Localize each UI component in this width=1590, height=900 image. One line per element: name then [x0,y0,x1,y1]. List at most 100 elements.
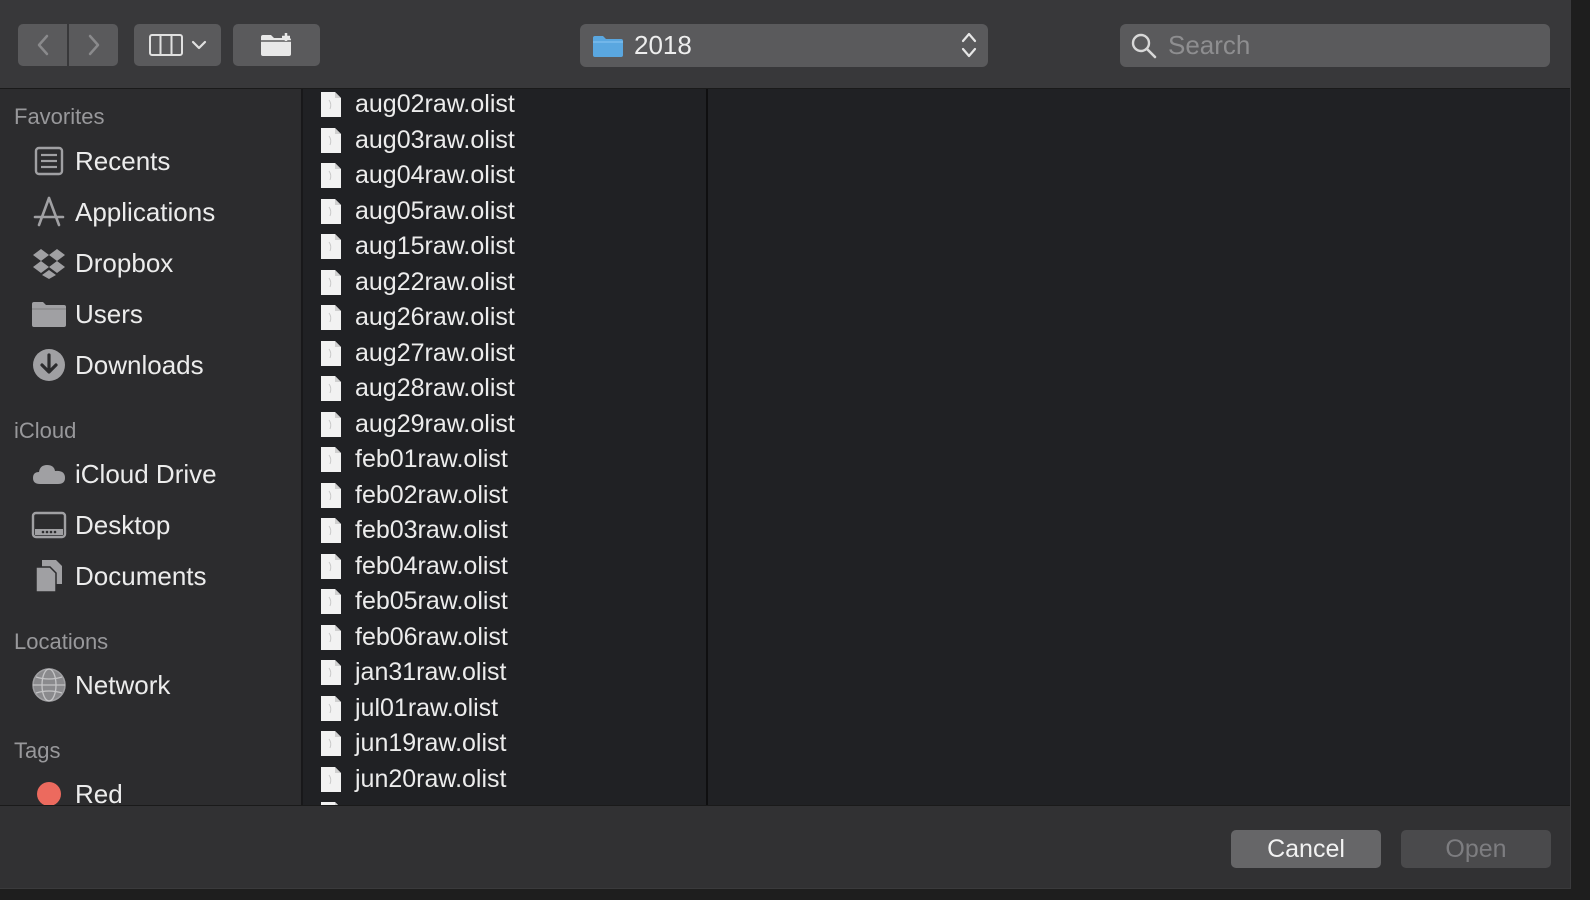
file-name: aug04raw.olist [355,161,515,190]
folder-icon [30,295,68,333]
file-row[interactable]: feb06raw.olist [303,620,706,656]
file-name: jan31raw.olist [355,658,507,687]
file-row[interactable]: aug05raw.olist [303,194,706,230]
file-row[interactable]: jun20raw.olist [303,762,706,798]
document-file-icon [321,589,341,615]
cloud-icon [30,455,68,493]
file-row[interactable] [303,797,706,805]
file-row[interactable]: jan31raw.olist [303,655,706,691]
recents-icon [30,142,68,180]
open-button[interactable]: Open [1401,830,1551,868]
tag-dot-icon [30,775,68,805]
file-row[interactable]: feb01raw.olist [303,442,706,478]
sidebar-item-label: Documents [75,560,207,591]
sidebar-item-label: Applications [75,196,216,227]
file-name: feb01raw.olist [355,445,508,474]
sidebar-item-recents[interactable]: Recents [30,141,290,181]
preview-pane [708,89,1570,805]
sidebar-item-icloud-drive[interactable]: iCloud Drive [30,454,290,494]
file-row[interactable]: aug03raw.olist [303,123,706,159]
cancel-button[interactable]: Cancel [1231,830,1381,868]
view-mode-button[interactable] [134,24,221,66]
sidebar-item-desktop[interactable]: Desktop [30,505,290,545]
sidebar-item-documents[interactable]: Documents [30,556,290,596]
sidebar-item-downloads[interactable]: Downloads [30,345,290,385]
document-file-icon [321,695,341,721]
file-row[interactable]: jun19raw.olist [303,726,706,762]
file-row[interactable]: aug15raw.olist [303,229,706,265]
back-button[interactable] [18,24,67,66]
back-forward-group [18,24,118,66]
document-file-icon [321,411,341,437]
file-list-column: aug02raw.olist aug03raw.olist aug04raw.oli… [303,89,706,805]
document-file-icon [321,766,341,792]
file-name: jun19raw.olist [355,729,507,758]
file-name: jul01raw.olist [355,693,499,722]
path-popup[interactable]: 2018 [580,24,988,67]
file-row[interactable]: aug28raw.olist [303,371,706,407]
chevron-left-icon [37,34,48,56]
section-header-icloud: iCloud [14,418,77,443]
file-name: aug28raw.olist [355,374,515,403]
file-name: aug15raw.olist [355,232,515,261]
document-file-icon [321,731,341,757]
file-name: aug02raw.olist [355,90,515,119]
document-file-icon [321,447,341,473]
forward-button[interactable] [69,24,118,66]
file-name: feb03raw.olist [355,516,508,545]
documents-icon [30,557,68,595]
file-row[interactable]: feb02raw.olist [303,478,706,514]
file-name: aug27raw.olist [355,338,515,367]
document-file-icon [321,127,341,153]
section-header-favorites: Favorites [14,104,105,129]
search-field[interactable] [1120,24,1550,67]
file-name: aug26raw.olist [355,303,515,332]
sidebar: Favorites Recents Applications Dropbox U… [0,89,301,805]
file-row[interactable]: feb05raw.olist [303,584,706,620]
sidebar-item-dropbox[interactable]: Dropbox [30,243,290,283]
section-header-locations: Locations [14,629,109,654]
chevron-right-icon [88,34,99,56]
sidebar-item-users[interactable]: Users [30,294,290,334]
sidebar-item-label: Recents [75,145,171,176]
dropbox-icon [30,244,68,282]
file-row[interactable]: aug29raw.olist [303,407,706,443]
sidebar-item-label: iCloud Drive [75,458,217,489]
search-input[interactable] [1166,29,1530,62]
file-name: feb04raw.olist [355,551,508,580]
file-name: aug22raw.olist [355,267,515,296]
updown-chevron-icon [961,32,977,58]
downloads-icon [30,346,68,384]
file-row[interactable]: aug04raw.olist [303,158,706,194]
file-row[interactable]: aug02raw.olist [303,89,706,123]
folder-icon [593,35,623,57]
file-name: jun20raw.olist [355,764,507,793]
desktop-icon [30,506,68,544]
file-row[interactable]: aug22raw.olist [303,265,706,301]
document-file-icon [321,234,341,260]
document-file-icon [321,482,341,508]
document-file-icon [321,269,341,295]
file-row[interactable]: feb04raw.olist [303,549,706,585]
sidebar-item-applications[interactable]: Applications [30,192,290,232]
sidebar-item-tag-red[interactable]: Red [30,774,290,805]
file-row[interactable]: aug26raw.olist [303,300,706,336]
open-file-dialog: 2018 Favorites [0,0,1571,889]
document-file-icon [321,92,341,118]
sidebar-item-label: Desktop [75,509,171,540]
file-row[interactable]: feb03raw.olist [303,513,706,549]
applications-icon [30,193,68,231]
sidebar-item-network[interactable]: Network [30,665,290,705]
file-row[interactable]: aug27raw.olist [303,336,706,372]
new-folder-button[interactable] [233,24,320,66]
bottom-bar: Cancel Open [0,805,1570,888]
path-popup-label: 2018 [634,30,692,60]
file-name: aug29raw.olist [355,409,515,438]
network-globe-icon [30,666,68,704]
document-file-icon [321,198,341,224]
document-file-icon [321,660,341,686]
section-header-tags: Tags [14,738,61,763]
file-name: feb02raw.olist [355,480,508,509]
file-row[interactable]: jul01raw.olist [303,691,706,727]
file-name: aug05raw.olist [355,196,515,225]
